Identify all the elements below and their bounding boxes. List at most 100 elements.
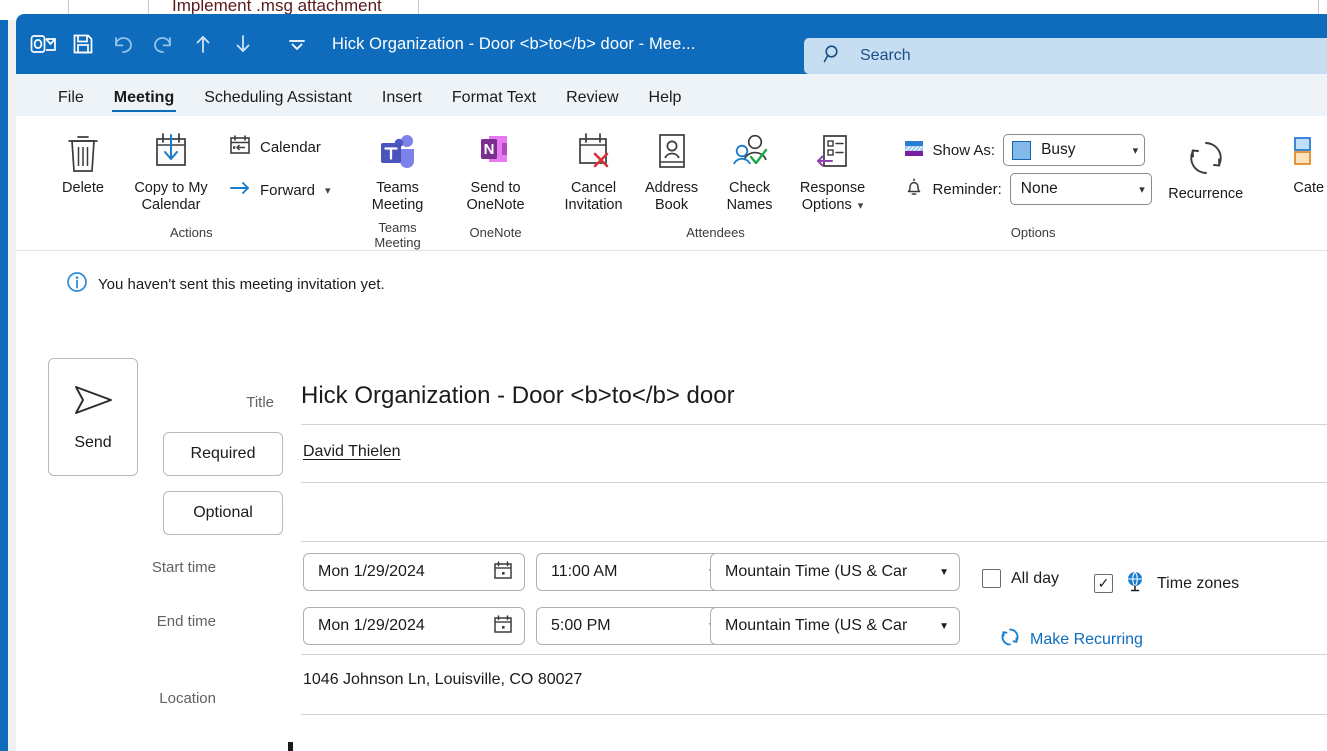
time-row-underline (301, 654, 1327, 655)
categorize-button[interactable]: Cate (1274, 122, 1327, 203)
end-date-input[interactable]: Mon 1/29/2024 (303, 607, 525, 645)
end-date-value: Mon 1/29/2024 (318, 617, 425, 634)
tab-review[interactable]: Review (554, 85, 630, 116)
all-day-checkbox[interactable] (982, 569, 1001, 588)
start-time-label: Start time (151, 559, 216, 576)
calendar-download-icon (148, 128, 194, 178)
redo-icon[interactable] (144, 25, 182, 63)
end-timezone-dropdown[interactable]: Mountain Time (US & Car ▼ (710, 607, 960, 645)
send-to-onenote-label: Send to OneNote (466, 180, 525, 214)
teams-icon (375, 128, 421, 178)
response-options-icon (810, 128, 856, 178)
search-input[interactable]: Search (860, 47, 911, 65)
chevron-down-icon[interactable]: ▾ (1139, 183, 1145, 196)
next-item-icon[interactable] (224, 25, 262, 63)
address-book-icon (650, 128, 694, 178)
globe-icon (1123, 569, 1147, 598)
end-time-input[interactable]: 5:00 PM ▼ (536, 607, 728, 645)
search-icon (822, 43, 844, 70)
tab-format-text[interactable]: Format Text (440, 85, 548, 116)
send-arrow-icon (70, 383, 116, 422)
reminder-row: Reminder: None ▾ (903, 173, 1152, 205)
delete-button-label: Delete (62, 180, 104, 196)
forward-button-label: Forward (260, 182, 316, 199)
calendar-button-label: Calendar (260, 139, 321, 156)
ribbon-group-teams-meeting: Teams Meeting Teams Meeting (349, 116, 447, 250)
save-icon[interactable] (64, 25, 102, 63)
busy-color-swatch (1012, 140, 1032, 160)
svg-text:N: N (483, 141, 494, 158)
chevron-down-icon[interactable]: ▾ (858, 200, 864, 212)
calendar-picker-icon[interactable] (492, 613, 514, 640)
ribbon-group-onenote: N Send to OneNote OneNote (447, 116, 545, 250)
reminder-dropdown[interactable]: None ▾ (1009, 173, 1152, 205)
chevron-down-icon[interactable]: ▼ (939, 621, 949, 632)
send-to-onenote-button[interactable]: N Send to OneNote (457, 122, 535, 220)
all-day-label: All day (1011, 569, 1060, 587)
location-input[interactable]: 1046 Johnson Ln, Louisville, CO 80027 (303, 671, 582, 689)
show-as-dropdown[interactable]: Busy ▾ (1003, 134, 1146, 166)
copy-to-my-calendar-button[interactable]: Copy to My Calendar (122, 122, 220, 220)
check-names-label: Check Names (726, 180, 773, 214)
send-button[interactable]: Send (48, 358, 138, 476)
previous-item-icon[interactable] (184, 25, 222, 63)
onenote-icon: N (473, 128, 519, 178)
response-options-button[interactable]: Response Options ▾ (789, 122, 877, 220)
ribbon-group-tags: Cate (1264, 116, 1327, 250)
tab-scheduling-assistant[interactable]: Scheduling Assistant (192, 85, 364, 116)
start-time-value: 11:00 AM (551, 563, 618, 580)
info-icon (66, 271, 88, 298)
teams-meeting-label: Teams Meeting (371, 180, 424, 214)
ribbon-group-onenote-label: OneNote (469, 225, 522, 240)
title-input[interactable]: Hick Organization - Door <b>to</b> door (301, 382, 735, 410)
chevron-down-icon[interactable]: ▼ (939, 567, 949, 578)
background-accent-bar (0, 20, 8, 751)
ribbon-group-actions: Delete Copy to My Calendar Calendar Forw… (34, 116, 349, 250)
ribbon: Delete Copy to My Calendar Calendar Forw… (16, 116, 1327, 250)
check-names-button[interactable]: Check Names (711, 122, 789, 220)
teams-meeting-button[interactable]: Teams Meeting (359, 122, 437, 220)
tab-help[interactable]: Help (637, 85, 694, 116)
check-names-icon (727, 128, 773, 178)
delete-button[interactable]: Delete (44, 122, 122, 203)
outlook-logo-icon[interactable] (24, 25, 62, 63)
cancel-invitation-label: Cancel Invitation (564, 180, 623, 214)
start-time-input[interactable]: 11:00 AM ▼ (536, 553, 728, 591)
reminder-value: None (1020, 180, 1058, 197)
end-time-value: 5:00 PM (551, 617, 611, 634)
tab-meeting[interactable]: Meeting (102, 85, 186, 116)
forward-arrow-icon (228, 176, 252, 205)
customize-quick-access-toolbar-icon[interactable] (278, 25, 316, 63)
address-book-button[interactable]: Address Book (633, 122, 711, 220)
required-attendees-button[interactable]: Required (163, 432, 283, 476)
copy-to-my-calendar-label: Copy to My Calendar (134, 180, 208, 214)
start-timezone-dropdown[interactable]: Mountain Time (US & Car ▼ (710, 553, 960, 591)
optional-attendees-button[interactable]: Optional (163, 491, 283, 535)
location-field-underline (301, 714, 1327, 715)
time-zones-checkbox-row[interactable]: Time zones (1094, 569, 1239, 598)
ribbon-tabs: File Meeting Scheduling Assistant Insert… (16, 74, 1327, 116)
start-date-value: Mon 1/29/2024 (318, 563, 425, 580)
calendar-picker-icon[interactable] (492, 559, 514, 586)
chevron-down-icon[interactable]: ▾ (325, 184, 331, 197)
start-date-input[interactable]: Mon 1/29/2024 (303, 553, 525, 591)
required-attendees-input[interactable]: David Thielen (303, 443, 401, 461)
make-recurring-label: Make Recurring (1030, 630, 1143, 648)
show-as-icon (903, 137, 925, 164)
make-recurring-button[interactable]: Make Recurring (999, 626, 1143, 653)
categorize-label: Cate (1293, 180, 1325, 196)
tab-file[interactable]: File (46, 85, 96, 116)
calendar-button[interactable]: Calendar (220, 128, 339, 167)
recurrence-icon (1183, 134, 1229, 184)
tab-insert[interactable]: Insert (370, 85, 434, 116)
undo-icon[interactable] (104, 25, 142, 63)
cancel-invitation-button[interactable]: Cancel Invitation (555, 122, 633, 220)
search-bar[interactable]: Search (804, 38, 1327, 74)
time-zones-checkbox[interactable] (1094, 574, 1113, 593)
window-title: Hick Organization - Door <b>to</b> door … (332, 34, 696, 53)
forward-button[interactable]: Forward ▾ (220, 171, 339, 210)
title-bar: Hick Organization - Door <b>to</b> door … (16, 14, 1327, 74)
all-day-checkbox-row[interactable]: All day (982, 569, 1059, 588)
chevron-down-icon[interactable]: ▾ (1133, 144, 1139, 157)
recurrence-button[interactable]: Recurrence (1158, 122, 1254, 209)
